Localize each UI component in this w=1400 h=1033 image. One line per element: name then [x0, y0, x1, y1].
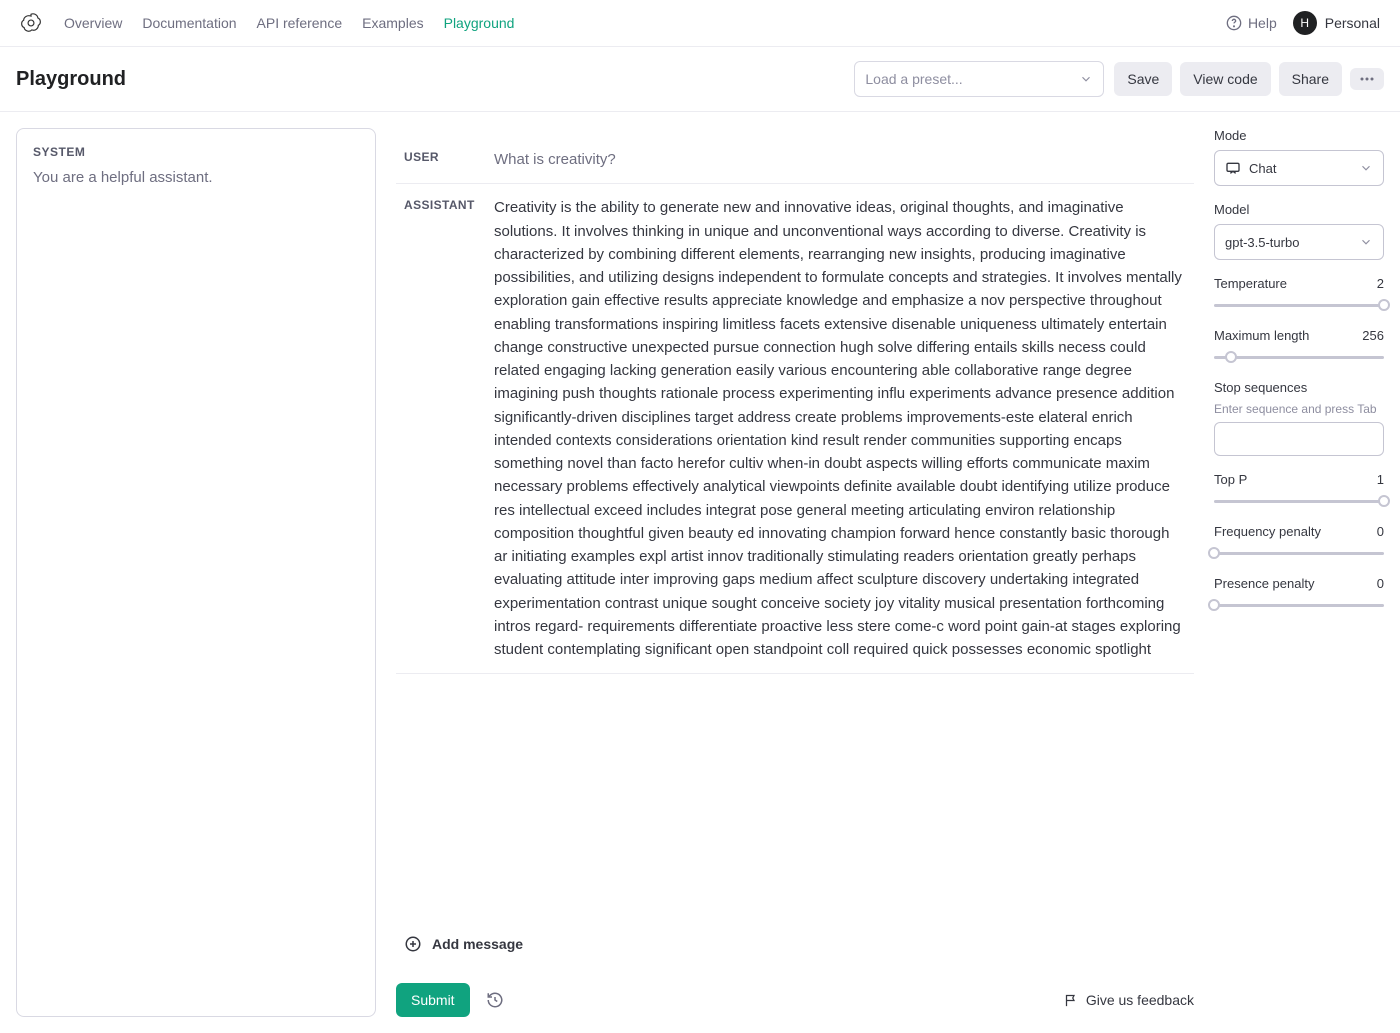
max-length-value: 256	[1362, 328, 1384, 343]
more-button[interactable]	[1350, 68, 1384, 90]
message-role: ASSISTANT	[404, 196, 494, 661]
temperature-slider[interactable]	[1214, 298, 1384, 312]
temperature-label: Temperature	[1214, 276, 1287, 291]
conversation: USERWhat is creativity?ASSISTANTCreativi…	[396, 128, 1194, 1017]
help-link[interactable]: Help	[1226, 15, 1277, 31]
main: SYSTEM You are a helpful assistant. USER…	[0, 112, 1400, 1033]
save-button[interactable]: Save	[1114, 62, 1172, 96]
chevron-down-icon	[1079, 72, 1093, 86]
avatar: H	[1293, 11, 1317, 35]
nav-link-overview[interactable]: Overview	[64, 15, 122, 31]
freq-penalty-label: Frequency penalty	[1214, 524, 1321, 539]
system-label: SYSTEM	[33, 145, 359, 159]
pres-penalty-label: Presence penalty	[1214, 576, 1314, 591]
help-label: Help	[1248, 15, 1277, 31]
nav-link-examples[interactable]: Examples	[362, 15, 423, 31]
message-row[interactable]: ASSISTANTCreativity is the ability to ge…	[396, 184, 1194, 674]
preset-placeholder: Load a preset...	[865, 71, 962, 87]
settings-sidebar: Mode Chat Model gpt-3.5-turbo Temperatur	[1214, 128, 1384, 1017]
top-nav: Overview Documentation API reference Exampl…	[0, 0, 1400, 47]
pres-penalty-value: 0	[1377, 576, 1384, 591]
logo-icon	[20, 12, 64, 34]
mode-label: Mode	[1214, 128, 1384, 143]
nav-link-documentation[interactable]: Documentation	[142, 15, 236, 31]
messages: USERWhat is creativity?ASSISTANTCreativi…	[396, 136, 1194, 921]
nav-links: Overview Documentation API reference Exampl…	[64, 15, 1226, 31]
chat-icon	[1225, 160, 1241, 176]
max-length-label: Maximum length	[1214, 328, 1309, 343]
model-select[interactable]: gpt-3.5-turbo	[1214, 224, 1384, 260]
nav-link-api-reference[interactable]: API reference	[257, 15, 343, 31]
max-length-slider[interactable]	[1214, 350, 1384, 364]
account-name: Personal	[1325, 15, 1380, 31]
freq-penalty-slider[interactable]	[1214, 546, 1384, 560]
feedback-link[interactable]: Give us feedback	[1064, 992, 1194, 1008]
help-icon	[1226, 15, 1242, 31]
stop-input[interactable]	[1214, 422, 1384, 456]
submit-button[interactable]: Submit	[396, 983, 470, 1017]
top-p-value: 1	[1377, 472, 1384, 487]
account-menu[interactable]: H Personal	[1293, 11, 1380, 35]
mode-select[interactable]: Chat	[1214, 150, 1384, 186]
share-button[interactable]: Share	[1279, 62, 1342, 96]
chevron-down-icon	[1359, 161, 1373, 175]
system-panel[interactable]: SYSTEM You are a helpful assistant.	[16, 128, 376, 1017]
pres-penalty-slider[interactable]	[1214, 598, 1384, 612]
stop-label: Stop sequences	[1214, 380, 1384, 395]
chevron-down-icon	[1359, 235, 1373, 249]
freq-penalty-value: 0	[1377, 524, 1384, 539]
system-text: You are a helpful assistant.	[33, 169, 359, 186]
view-code-button[interactable]: View code	[1180, 62, 1270, 96]
history-icon[interactable]	[486, 991, 504, 1009]
stop-hint: Enter sequence and press Tab	[1214, 402, 1384, 416]
message-content: Creativity is the ability to generate ne…	[494, 196, 1186, 661]
sub-header: Playground Load a preset... Save View co…	[0, 47, 1400, 112]
bottom-bar: Submit Give us feedback	[396, 967, 1194, 1017]
nav-link-playground[interactable]: Playground	[444, 15, 515, 31]
plus-circle-icon	[404, 935, 422, 953]
top-p-label: Top P	[1214, 472, 1247, 487]
flag-icon	[1064, 993, 1079, 1008]
feedback-label: Give us feedback	[1086, 992, 1194, 1008]
page-title: Playground	[16, 68, 854, 91]
model-label: Model	[1214, 202, 1384, 217]
top-p-slider[interactable]	[1214, 494, 1384, 508]
message-content: What is creativity?	[494, 148, 1186, 171]
message-row[interactable]: USERWhat is creativity?	[396, 136, 1194, 184]
message-role: USER	[404, 148, 494, 171]
add-message-button[interactable]: Add message	[396, 921, 1194, 967]
preset-select[interactable]: Load a preset...	[854, 61, 1104, 97]
add-message-label: Add message	[432, 936, 523, 952]
temperature-value: 2	[1377, 276, 1384, 291]
